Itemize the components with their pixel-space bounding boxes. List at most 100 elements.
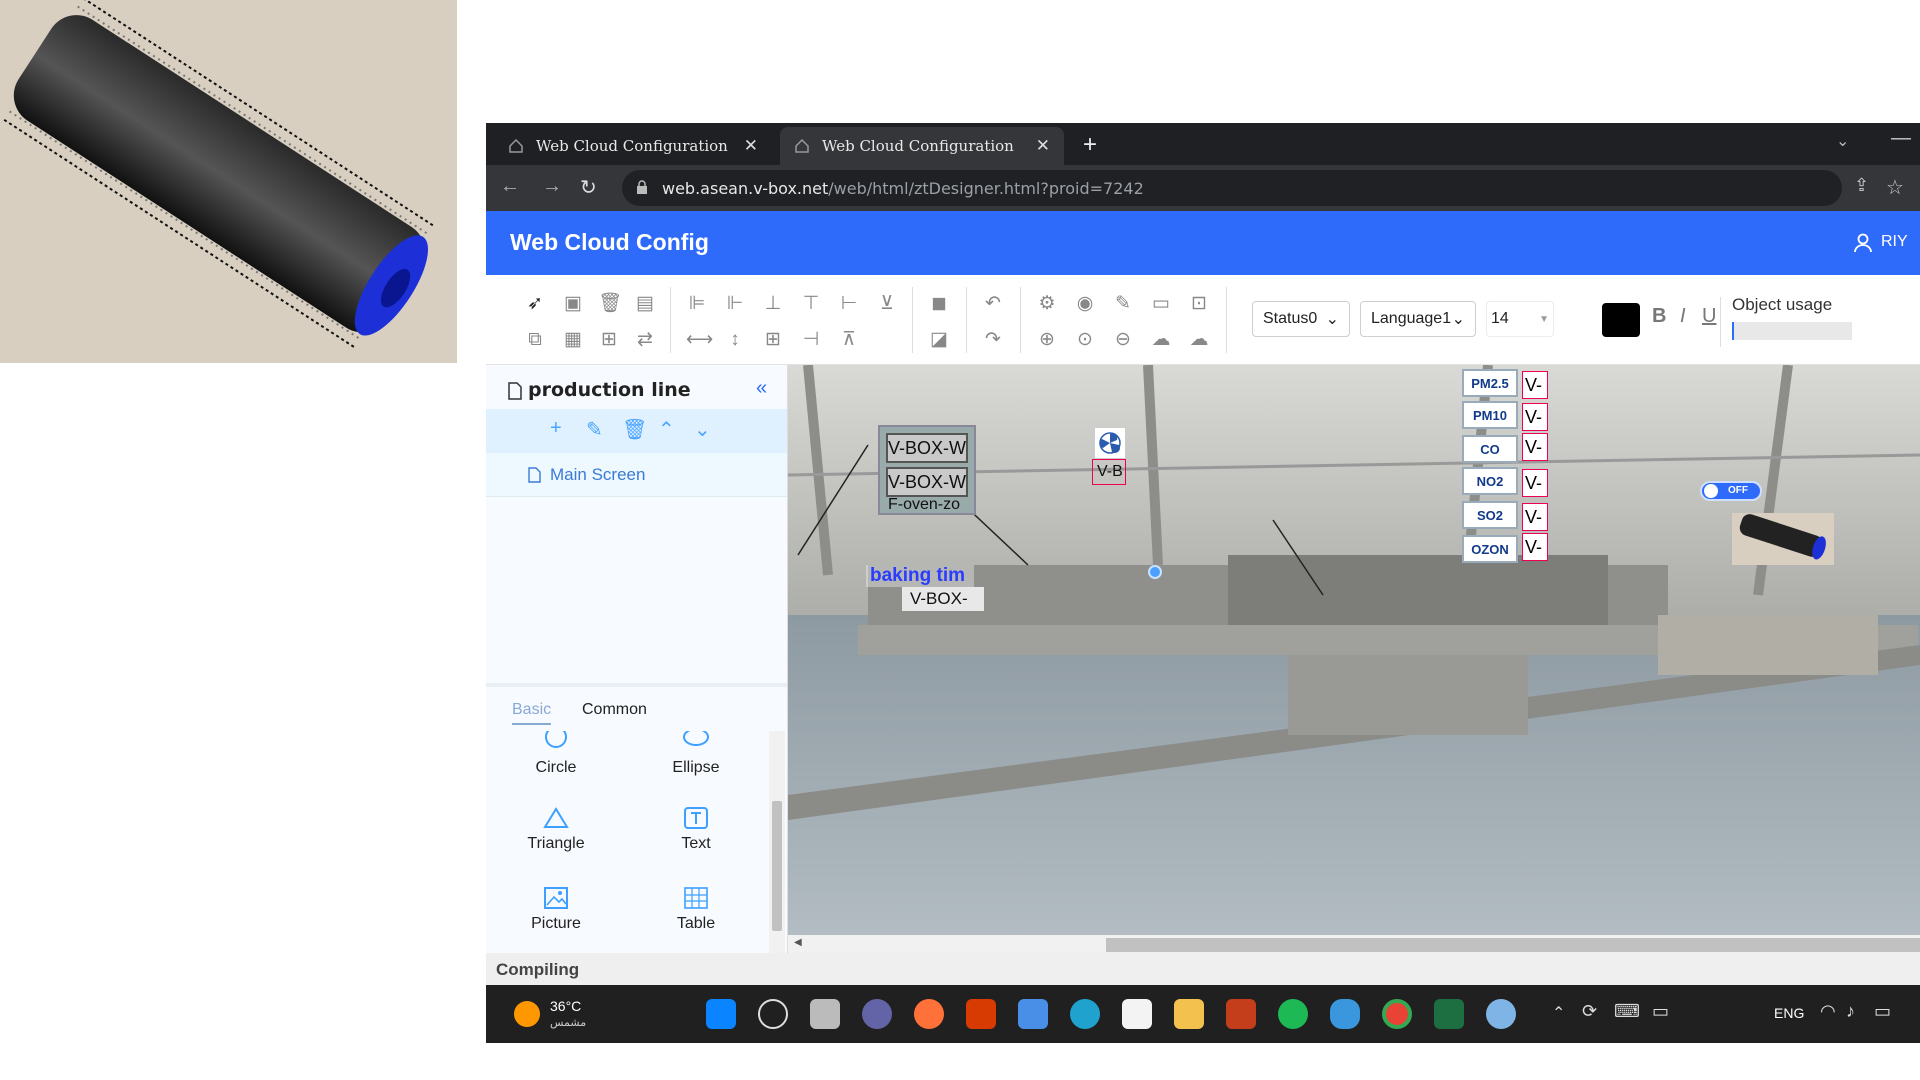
- paste-icon[interactable]: ▦: [562, 329, 584, 351]
- tab-basic[interactable]: Basic: [512, 701, 552, 725]
- bold-button[interactable]: B: [1652, 305, 1666, 328]
- distribute-h-icon[interactable]: ⊣: [800, 329, 822, 351]
- delete-icon[interactable]: 🗑: [598, 293, 622, 315]
- search-icon[interactable]: [758, 999, 788, 1029]
- same-height-icon[interactable]: ↕: [724, 329, 746, 351]
- scroll-thumb[interactable]: [772, 801, 782, 931]
- align-top-icon[interactable]: ⊤: [800, 293, 822, 315]
- excel-icon[interactable]: [1434, 999, 1464, 1029]
- mail-icon[interactable]: [1018, 999, 1048, 1029]
- store-icon[interactable]: [1122, 999, 1152, 1029]
- minimize-icon[interactable]: —: [1891, 127, 1911, 150]
- chrome-icon[interactable]: [1382, 999, 1412, 1029]
- select-pointer-icon[interactable]: ➶: [524, 293, 546, 315]
- shape-table[interactable]: Table: [636, 887, 756, 933]
- font-size-select[interactable]: 14 ▼: [1486, 301, 1554, 337]
- edit-icon[interactable]: ✎: [586, 417, 603, 442]
- same-size-icon[interactable]: ⊞: [762, 329, 784, 351]
- delete-icon[interactable]: 🗑: [622, 417, 647, 442]
- browser-tab-1[interactable]: Web Cloud Configuration ✕: [494, 127, 772, 165]
- language-select[interactable]: Language1 ⌄: [1360, 301, 1476, 337]
- send-back-icon[interactable]: ◪: [928, 329, 950, 351]
- align-right-icon[interactable]: ⊩: [724, 293, 746, 315]
- user-icon[interactable]: [1854, 233, 1872, 253]
- sensor-label[interactable]: PM2.5: [1462, 369, 1518, 397]
- vbox-group[interactable]: V-BOX-W V-BOX-W F-oven-zo: [878, 425, 976, 515]
- battery-icon[interactable]: ▭: [1874, 1001, 1891, 1022]
- align-center-v-icon[interactable]: ⊻: [876, 293, 898, 315]
- weather-temperature[interactable]: 36°C: [550, 998, 581, 1014]
- design-canvas[interactable]: V-BOX-W V-BOX-W F-oven-zo V-B baking tim…: [788, 365, 1920, 935]
- sensor-value[interactable]: V-: [1522, 469, 1548, 497]
- vbox-widget-2[interactable]: V-BOX-W: [886, 467, 968, 497]
- sensor-label[interactable]: PM10: [1462, 401, 1518, 429]
- chevron-up-icon[interactable]: ⌃: [1552, 1003, 1565, 1023]
- canvas-h-scrollbar[interactable]: ◀: [788, 935, 1920, 953]
- onedrive-icon[interactable]: [1330, 999, 1360, 1029]
- library-scrollbar[interactable]: [769, 731, 785, 953]
- vbox-widget-4[interactable]: V-BOX-: [902, 587, 984, 611]
- edit-icon[interactable]: ✎: [1112, 293, 1134, 315]
- italic-button[interactable]: I: [1680, 305, 1686, 328]
- shape-picture-item[interactable]: Picture: [496, 887, 616, 933]
- wifi-icon[interactable]: ◠: [1820, 1001, 1836, 1022]
- user-name[interactable]: RIY: [1881, 233, 1908, 251]
- task-view-icon[interactable]: [810, 999, 840, 1029]
- new-tab-button[interactable]: +: [1083, 131, 1097, 159]
- baking-time-label[interactable]: baking tim: [866, 565, 974, 587]
- tab-common[interactable]: Common: [582, 701, 647, 719]
- sensor-label[interactable]: OZON: [1462, 535, 1518, 563]
- scroll-left-icon[interactable]: ◀: [794, 937, 802, 948]
- paint-icon[interactable]: [1486, 999, 1516, 1029]
- swap-icon[interactable]: ⇄: [634, 329, 656, 351]
- bring-front-icon[interactable]: ◼: [928, 293, 950, 315]
- book-icon[interactable]: ▤: [634, 293, 656, 315]
- powerpoint-icon[interactable]: [1226, 999, 1256, 1029]
- browser-tab-2[interactable]: Web Cloud Configuration ✕: [780, 127, 1064, 165]
- indicator-dot[interactable]: [1148, 565, 1162, 579]
- vbox-widget-2b[interactable]: F-oven-zo: [888, 497, 968, 513]
- sensor-label[interactable]: CO: [1462, 435, 1518, 463]
- copy-icon[interactable]: ⧉: [524, 329, 546, 351]
- star-icon[interactable]: ☆: [1886, 175, 1904, 200]
- cloud-download-icon[interactable]: ☁: [1150, 329, 1172, 351]
- sensor-value[interactable]: V-: [1522, 403, 1548, 431]
- underline-button[interactable]: U: [1702, 305, 1716, 328]
- firefox-icon[interactable]: [914, 999, 944, 1029]
- text-color-swatch[interactable]: [1602, 303, 1640, 337]
- close-icon[interactable]: ✕: [1036, 136, 1050, 156]
- zoom-reset-icon[interactable]: ⊙: [1074, 329, 1096, 351]
- chevron-down-icon[interactable]: ⌄: [1836, 131, 1849, 151]
- chevron-up-icon[interactable]: ⌃: [658, 417, 675, 442]
- shape-circle[interactable]: Circle: [496, 731, 616, 777]
- eye-icon[interactable]: ◉: [1074, 293, 1096, 315]
- keyboard-icon[interactable]: ⌨: [1614, 1001, 1640, 1022]
- address-bar[interactable]: web.asean.v-box.net/web/html/ztDesigner.…: [622, 170, 1842, 206]
- shape-text[interactable]: Text: [636, 807, 756, 853]
- zoom-in-icon[interactable]: ⊕: [1036, 329, 1058, 351]
- sun-icon[interactable]: [514, 1001, 540, 1027]
- close-icon[interactable]: ✕: [744, 136, 758, 156]
- redo-icon[interactable]: ↷: [982, 329, 1004, 351]
- language-indicator[interactable]: ENG: [1774, 1005, 1804, 1021]
- shape-ellipse[interactable]: Ellipse: [636, 731, 756, 777]
- brush-thumbnail[interactable]: [1732, 513, 1834, 565]
- sensor-value[interactable]: V-: [1522, 533, 1548, 561]
- volume-icon[interactable]: ♪: [1846, 1001, 1855, 1022]
- vbox-widget-1[interactable]: V-BOX-W: [886, 433, 968, 463]
- display-icon[interactable]: ▭: [1652, 1001, 1669, 1022]
- collapse-icon[interactable]: «: [756, 377, 767, 400]
- page-item-main-screen[interactable]: Main Screen: [486, 453, 787, 497]
- script-icon[interactable]: ⊡: [1188, 293, 1210, 315]
- spotify-icon[interactable]: [1278, 999, 1308, 1029]
- edge-icon[interactable]: [1070, 999, 1100, 1029]
- align-left-icon[interactable]: ⊫: [686, 293, 708, 315]
- align-center-h-icon[interactable]: ⊢: [838, 293, 860, 315]
- same-width-icon[interactable]: ⟷: [686, 329, 713, 351]
- toggle-switch[interactable]: OFF: [1700, 481, 1762, 501]
- sensor-label[interactable]: SO2: [1462, 501, 1518, 529]
- office-icon[interactable]: [966, 999, 996, 1029]
- chevron-down-icon[interactable]: ⌄: [694, 417, 711, 442]
- forward-icon[interactable]: →: [542, 175, 562, 198]
- vbox-widget-3[interactable]: V-B: [1092, 459, 1126, 485]
